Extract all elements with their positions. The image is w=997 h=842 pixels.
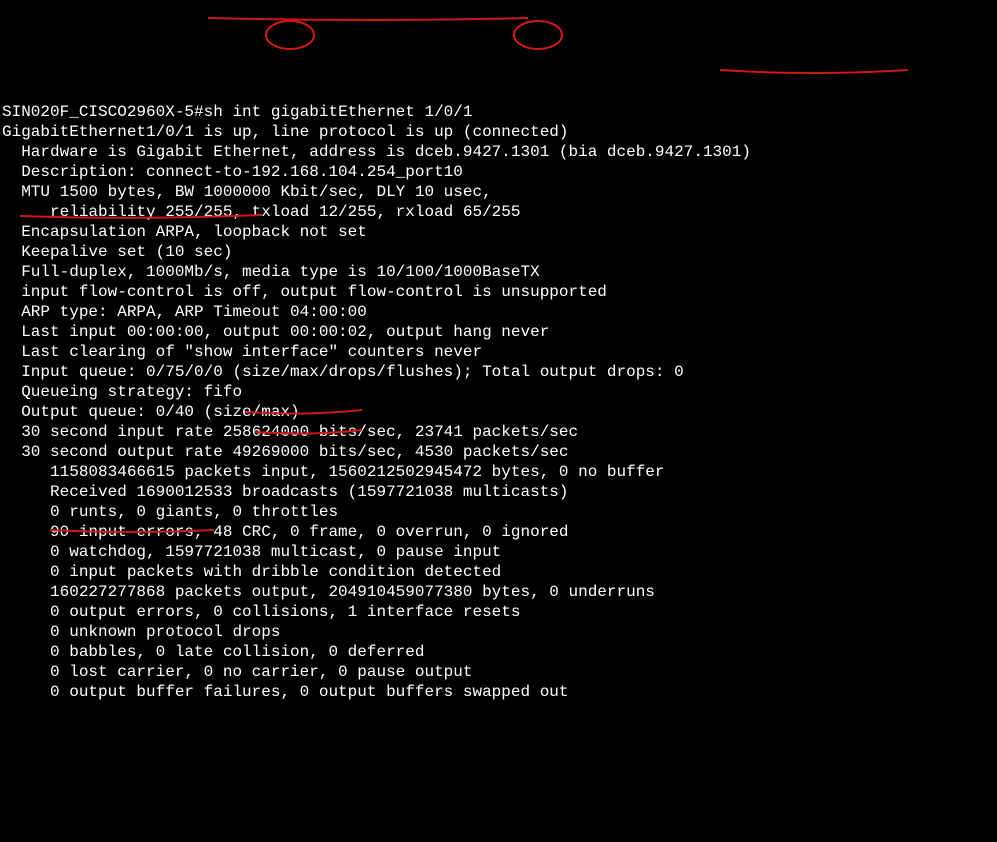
output-line: 0 runts, 0 giants, 0 throttles	[2, 503, 338, 521]
output-line: Encapsulation ARPA, loopback not set	[2, 223, 367, 241]
output-line: 0 output buffer failures, 0 output buffe…	[2, 683, 569, 701]
command: sh int gigabitEthernet 1/0/1	[204, 103, 473, 121]
output-line: 0 lost carrier, 0 no carrier, 0 pause ou…	[2, 663, 472, 681]
output-line: 0 input packets with dribble condition d…	[2, 563, 501, 581]
prompt-line: SIN020F_CISCO2960X-5#sh int gigabitEther…	[2, 103, 472, 121]
annotation-underline-command	[208, 18, 528, 20]
output-line: 30 second input rate 258624000 bits/sec,…	[2, 423, 578, 441]
annotation-underline-mac	[720, 70, 908, 73]
output-line: MTU 1500 bytes, BW 1000000 Kbit/sec, DLY…	[2, 183, 492, 201]
output-line: 0 watchdog, 1597721038 multicast, 0 paus…	[2, 543, 501, 561]
output-line: 160227277868 packets output, 20491045907…	[2, 583, 655, 601]
output-line: Full-duplex, 1000Mb/s, media type is 10/…	[2, 263, 540, 281]
output-line: Input queue: 0/75/0/0 (size/max/drops/fl…	[2, 363, 684, 381]
output-line: 0 output errors, 0 collisions, 1 interfa…	[2, 603, 520, 621]
output-line: 90 input errors, 48 CRC, 0 frame, 0 over…	[2, 523, 569, 541]
output-line: Queueing strategy: fifo	[2, 383, 242, 401]
output-line: 1158083466615 packets input, 15602125029…	[2, 463, 665, 481]
output-line: Output queue: 0/40 (size/max)	[2, 403, 300, 421]
terminal-output: SIN020F_CISCO2960X-5#sh int gigabitEther…	[2, 82, 995, 702]
output-line: input flow-control is off, output flow-c…	[2, 283, 607, 301]
output-line: 0 unknown protocol drops	[2, 623, 280, 641]
output-line: Keepalive set (10 sec)	[2, 243, 232, 261]
output-line: Received 1690012533 broadcasts (15977210…	[2, 483, 569, 501]
output-line: Last input 00:00:00, output 00:00:02, ou…	[2, 323, 549, 341]
output-line: Description: connect-to-192.168.104.254_…	[2, 163, 463, 181]
output-line: Last clearing of "show interface" counte…	[2, 343, 482, 361]
output-line: reliability 255/255, txload 12/255, rxlo…	[2, 203, 520, 221]
output-line: GigabitEthernet1/0/1 is up, line protoco…	[2, 123, 569, 141]
output-line: 30 second output rate 49269000 bits/sec,…	[2, 443, 569, 461]
output-line: ARP type: ARPA, ARP Timeout 04:00:00	[2, 303, 367, 321]
annotation-circle-up1	[266, 21, 314, 49]
output-line: Hardware is Gigabit Ethernet, address is…	[2, 143, 751, 161]
prompt: SIN020F_CISCO2960X-5#	[2, 103, 204, 121]
annotation-circle-up2	[514, 21, 562, 49]
output-line: 0 babbles, 0 late collision, 0 deferred	[2, 643, 424, 661]
